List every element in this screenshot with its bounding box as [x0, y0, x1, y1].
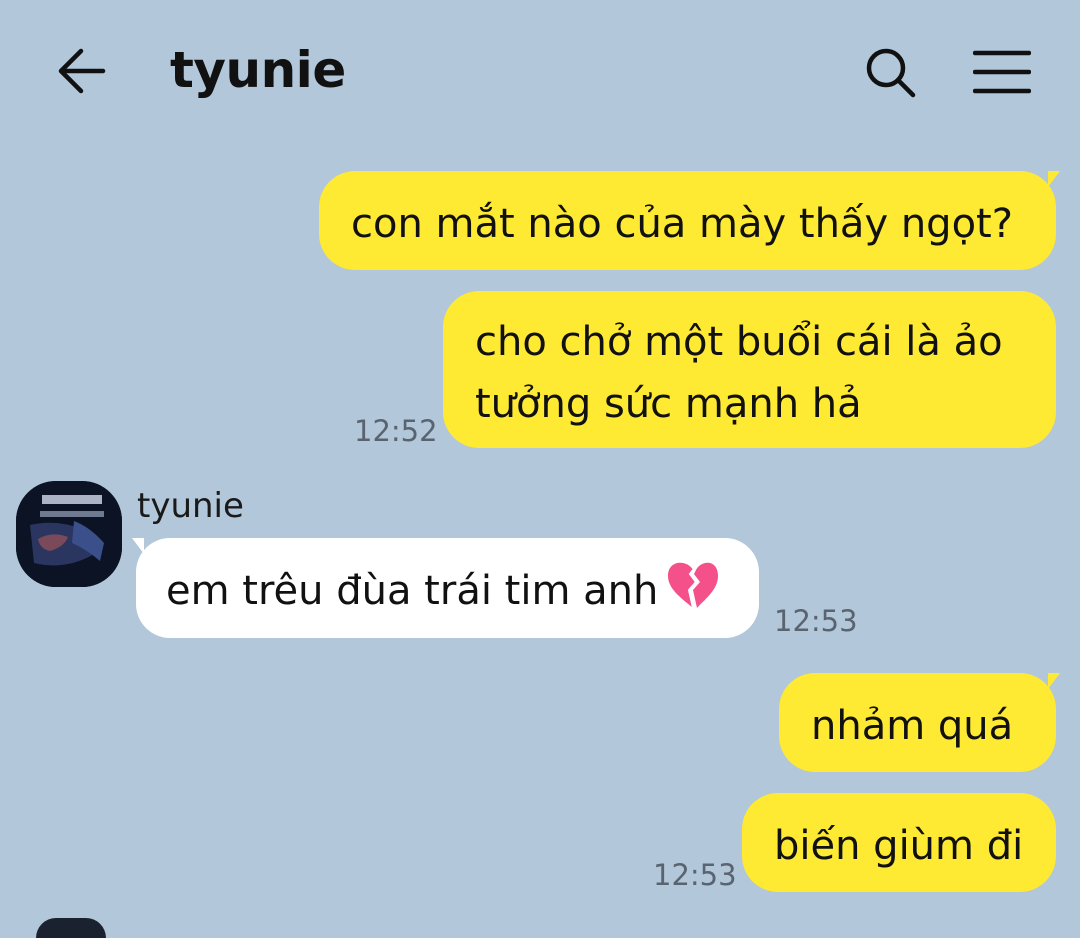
message-text: con mắt nào của mày thấy ngọt? — [351, 201, 1013, 247]
search-button[interactable] — [858, 40, 922, 104]
message-bubble-sent[interactable]: biến giùm đi — [742, 793, 1056, 892]
avatar-image — [16, 481, 122, 587]
broken-heart-icon — [666, 560, 720, 628]
message-time: 12:53 — [653, 858, 737, 892]
message-text-line: tưởng sức mạnh hả — [475, 381, 862, 427]
back-arrow-icon — [58, 48, 106, 94]
menu-icon — [973, 50, 1031, 94]
message-bubble-received[interactable]: em trêu đùa trái tim anh — [132, 538, 759, 638]
message-bubble-sent[interactable]: con mắt nào của mày thấy ngọt? — [319, 171, 1060, 270]
chat-title: tyunie — [170, 41, 346, 99]
message-text: nhảm quá — [811, 703, 1014, 749]
chat-header: tyunie — [0, 0, 1080, 140]
message-bubble-sent[interactable]: nhảm quá — [779, 673, 1060, 772]
back-button[interactable] — [50, 40, 112, 102]
sender-name: tyunie — [137, 486, 244, 526]
avatar-partial — [36, 918, 106, 938]
message-time: 12:53 — [774, 604, 858, 638]
message-text: biến giùm đi — [774, 823, 1024, 869]
message-text: em trêu đùa trái tim anh — [166, 568, 659, 614]
avatar[interactable] — [16, 481, 122, 587]
message-bubble-sent[interactable]: cho chở một buổi cái là ảo tưởng sức mạn… — [443, 291, 1056, 448]
message-text-line: cho chở một buổi cái là ảo — [475, 319, 1003, 365]
menu-button[interactable] — [968, 40, 1036, 104]
message-time: 12:52 — [354, 414, 438, 448]
search-icon — [866, 48, 916, 98]
